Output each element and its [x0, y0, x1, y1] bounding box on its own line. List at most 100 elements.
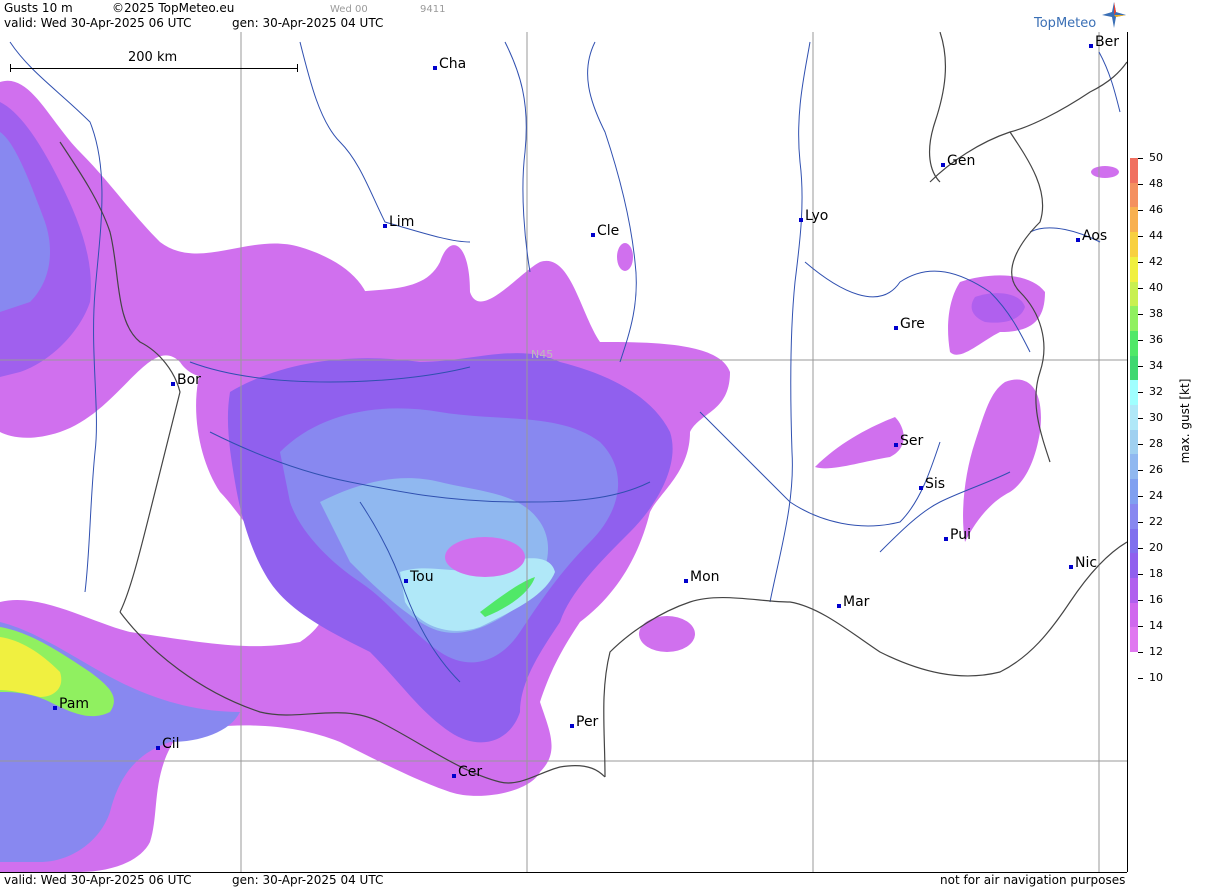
city-marker-icon: [452, 774, 456, 778]
legend-tick-mark: [1138, 314, 1143, 315]
city-label[interactable]: Sis: [919, 476, 945, 492]
run-code: 9411: [420, 4, 446, 15]
legend-swatch: [1130, 330, 1138, 357]
footer-generated-time: gen: 30-Apr-2025 04 UTC: [232, 873, 384, 887]
city-marker-icon: [894, 443, 898, 447]
gust-fill: [0, 80, 1119, 872]
legend-tick-label: 30: [1149, 411, 1163, 424]
legend-tick-label: 28: [1149, 437, 1163, 450]
legend-tick-mark: [1138, 574, 1143, 575]
city-label[interactable]: Cha: [433, 56, 466, 72]
copyright: ©2025 TopMeteo.eu: [112, 1, 235, 15]
legend-swatch: [1130, 627, 1138, 653]
map-footer: valid: Wed 30-Apr-2025 06 UTC gen: 30-Ap…: [0, 872, 1127, 888]
city-label[interactable]: Cer: [452, 764, 482, 780]
legend-tick-mark: [1138, 366, 1143, 367]
brand-name: TopMeteo: [1034, 16, 1097, 31]
legend-tick-mark: [1138, 678, 1143, 679]
city-marker-icon: [171, 382, 175, 386]
legend-tick-label: 36: [1149, 333, 1163, 346]
legend-tick-label: 26: [1149, 463, 1163, 476]
legend-tick-label: 48: [1149, 177, 1163, 190]
legend-tick-mark: [1138, 262, 1143, 263]
city-label[interactable]: Tou: [404, 569, 434, 585]
city-label[interactable]: Pam: [53, 696, 89, 712]
legend-title: max. gust [kt]: [1178, 378, 1192, 464]
city-marker-icon: [570, 724, 574, 728]
legend-tick-label: 16: [1149, 593, 1163, 606]
city-label[interactable]: Pui: [944, 527, 971, 543]
legend-swatch: [1130, 454, 1138, 480]
latitude-label: N45: [531, 348, 554, 361]
legend-swatch: [1130, 405, 1138, 431]
city-marker-icon: [894, 326, 898, 330]
city-label[interactable]: Gre: [894, 316, 925, 332]
legend-tick-label: 12: [1149, 645, 1163, 658]
city-marker-icon: [837, 604, 841, 608]
legend-tick-mark: [1138, 522, 1143, 523]
legend-swatch: [1130, 281, 1138, 307]
legend-tick-mark: [1138, 210, 1143, 211]
compass-star-icon: [1102, 2, 1126, 28]
legend-tick-mark: [1138, 392, 1143, 393]
valid-time: valid: Wed 30-Apr-2025 06 UTC: [4, 16, 192, 30]
city-label[interactable]: Mon: [684, 569, 720, 585]
city-marker-icon: [433, 66, 437, 70]
legend-swatch: [1130, 355, 1138, 381]
city-marker-icon: [404, 579, 408, 583]
city-label[interactable]: Bor: [171, 372, 201, 388]
city-label[interactable]: Gen: [941, 153, 975, 169]
city-label[interactable]: Lyo: [799, 208, 828, 224]
city-label[interactable]: Cil: [156, 736, 180, 752]
city-marker-icon: [799, 218, 803, 222]
map-header: Gusts 10 m ©2025 TopMeteo.eu Wed 00 9411…: [0, 0, 1127, 33]
legend-swatch: [1130, 207, 1138, 233]
legend-tick-label: 14: [1149, 619, 1163, 632]
legend-swatch: [1130, 602, 1138, 628]
forecast-step: Wed 00: [330, 4, 368, 15]
legend-tick-label: 24: [1149, 489, 1163, 502]
legend-tick-mark: [1138, 236, 1143, 237]
legend-tick-mark: [1138, 444, 1143, 445]
product-title: Gusts 10 m: [4, 1, 73, 15]
navigation-disclaimer: not for air navigation purposes: [940, 873, 1126, 887]
legend-swatch: [1130, 380, 1138, 406]
legend-swatch: [1130, 158, 1138, 184]
city-label[interactable]: Mar: [837, 594, 869, 610]
city-label[interactable]: Nic: [1069, 555, 1097, 571]
city-label[interactable]: Ser: [894, 433, 923, 449]
generated-time: gen: 30-Apr-2025 04 UTC: [232, 16, 384, 30]
gust-map[interactable]: 200 km N45 Cha Ber Gen Lim Cle Lyo Aos G…: [0, 32, 1128, 872]
legend-tick-mark: [1138, 548, 1143, 549]
legend-tick-label: 44: [1149, 229, 1163, 242]
city-label[interactable]: Aos: [1076, 228, 1107, 244]
city-marker-icon: [383, 224, 387, 228]
topmeteo-logo: TopMeteo: [1034, 2, 1126, 32]
legend-swatch: [1130, 429, 1138, 455]
legend-tick-label: 40: [1149, 281, 1163, 294]
legend-swatch: [1130, 306, 1138, 332]
city-marker-icon: [944, 537, 948, 541]
color-legend: 50 48 46 44 42 40 38 36 34 32 30 28 26 24 22 20 18 16 14 12…: [1128, 0, 1219, 887]
city-marker-icon: [156, 746, 160, 750]
scale-label: 200 km: [128, 50, 178, 65]
legend-tick-label: 46: [1149, 203, 1163, 216]
legend-tick-mark: [1138, 496, 1143, 497]
legend-swatch: [1130, 577, 1138, 604]
city-label[interactable]: Ber: [1089, 34, 1119, 50]
city-label[interactable]: Per: [570, 714, 598, 730]
legend-swatch: [1130, 503, 1138, 529]
legend-tick-mark: [1138, 600, 1143, 601]
legend-tick-label: 18: [1149, 567, 1163, 580]
city-marker-icon: [941, 163, 945, 167]
legend-tick-label: 34: [1149, 359, 1163, 372]
city-marker-icon: [1069, 565, 1073, 569]
legend-tick-label: 10: [1149, 671, 1163, 684]
scale-bar: 200 km: [10, 44, 298, 72]
legend-tick-label: 42: [1149, 255, 1163, 268]
legend-swatch: [1130, 256, 1138, 282]
legend-tick-mark: [1138, 184, 1143, 185]
city-label[interactable]: Lim: [383, 214, 414, 230]
city-label[interactable]: Cle: [591, 223, 619, 239]
legend-colorbar: [1130, 158, 1138, 653]
